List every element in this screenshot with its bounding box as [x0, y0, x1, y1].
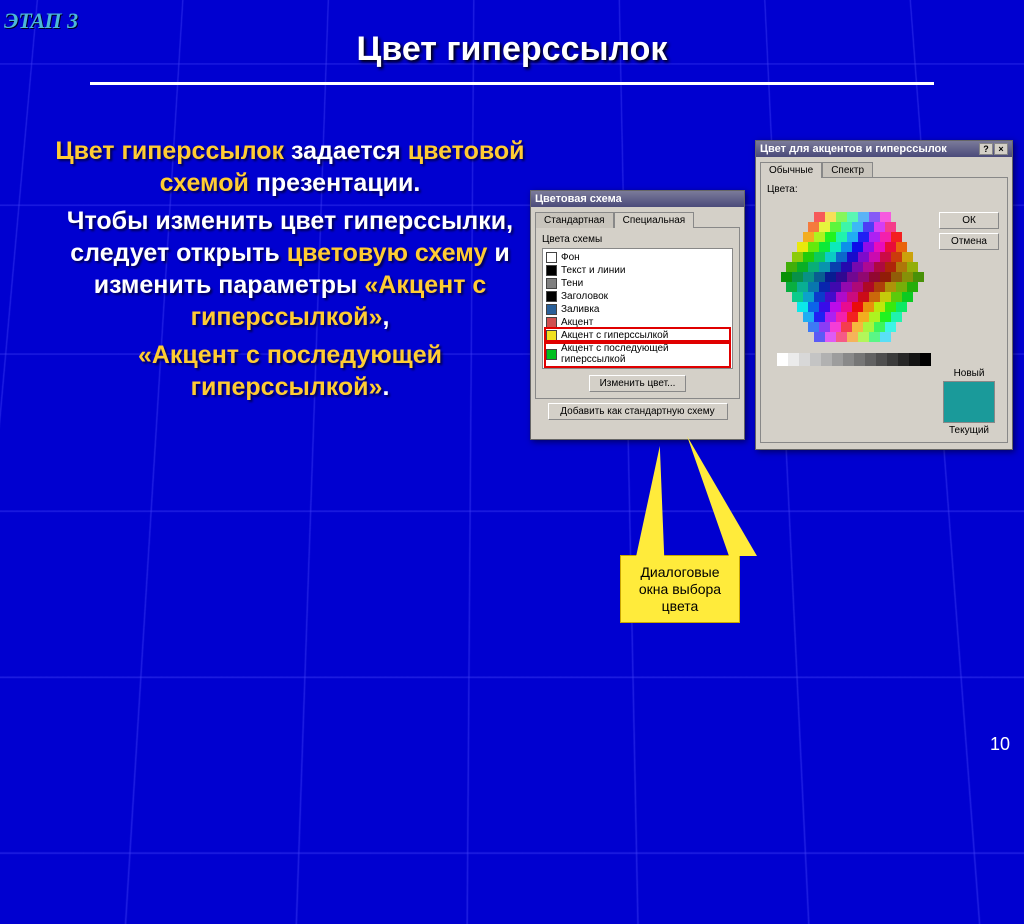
scheme-item-label: Заголовок	[561, 291, 608, 302]
dialog1-titlebar[interactable]: Цветовая схема	[531, 191, 744, 207]
window-buttons: ?×	[978, 143, 1008, 155]
color-hexagon[interactable]	[777, 212, 927, 342]
dialog2-titlebar[interactable]: Цвет для акцентов и гиперссылок ?×	[756, 141, 1012, 157]
color-swatch	[546, 252, 557, 263]
scheme-item-label: Текст и линии	[561, 265, 625, 276]
hl-accent-followed: «Акцент с последующей гиперссылкой»	[138, 341, 442, 401]
color-swatch	[546, 278, 557, 289]
scheme-item-label: Акцент	[561, 317, 593, 328]
colors-label: Цвета:	[767, 184, 1001, 195]
new-label: Новый	[939, 368, 999, 379]
scheme-item-label: Тени	[561, 278, 583, 289]
cancel-button[interactable]: Отмена	[939, 233, 999, 250]
group-label-colors: Цвета схемы	[542, 234, 733, 245]
current-label: Текущий	[939, 425, 999, 436]
change-color-button[interactable]: Изменить цвет...	[589, 375, 687, 392]
ok-button[interactable]: ОК	[939, 212, 999, 229]
dialog-color-picker: Цвет для акцентов и гиперссылок ?× Обычн…	[755, 140, 1013, 450]
tab-ordinary[interactable]: Обычные	[760, 162, 822, 178]
color-swatch	[546, 317, 557, 328]
scheme-item[interactable]: Фон	[546, 251, 729, 264]
color-swatch	[546, 291, 557, 302]
tab-spectrum[interactable]: Спектр	[822, 162, 873, 178]
dialog1-title: Цветовая схема	[535, 193, 622, 205]
scheme-item[interactable]: Заливка	[546, 303, 729, 316]
scheme-item[interactable]: Акцент с гиперссылкой	[546, 329, 729, 342]
scheme-item[interactable]: Тени	[546, 277, 729, 290]
scheme-item[interactable]: Акцент с последующей гиперссылкой	[546, 342, 729, 366]
color-swatch	[546, 265, 557, 276]
help-icon[interactable]: ?	[979, 143, 993, 155]
scheme-item-label: Фон	[561, 252, 580, 263]
scheme-item[interactable]: Текст и линии	[546, 264, 729, 277]
slide-title: Цвет гиперссылок	[0, 30, 1024, 69]
body-text: Цвет гиперссылок задается цветовой схемо…	[55, 135, 525, 403]
color-swatch	[546, 330, 557, 341]
color-swatch	[546, 304, 557, 315]
color-swatch	[546, 349, 557, 360]
hl-hyperlink-color: Цвет гиперссылок	[55, 137, 284, 165]
dialog-color-scheme: Цветовая схема Стандартная Специальная Ц…	[530, 190, 745, 440]
scheme-item-label: Заливка	[561, 304, 600, 315]
tab-standard[interactable]: Стандартная	[535, 212, 614, 228]
close-icon[interactable]: ×	[994, 143, 1008, 155]
new-color-swatch	[943, 381, 995, 423]
dialog2-title: Цвет для акцентов и гиперссылок	[760, 143, 947, 155]
grayscale-strip[interactable]	[777, 353, 931, 366]
scheme-item-label: Акцент с последующей гиперссылкой	[561, 343, 729, 365]
page-number: 10	[990, 734, 1010, 755]
title-underline	[90, 82, 934, 85]
scheme-item-label: Акцент с гиперссылкой	[561, 330, 668, 341]
scheme-item[interactable]: Заголовок	[546, 290, 729, 303]
add-standard-scheme-button[interactable]: Добавить как стандартную схему	[548, 403, 728, 420]
tab-special[interactable]: Специальная	[614, 212, 695, 228]
scheme-item[interactable]: Акцент	[546, 316, 729, 329]
scheme-list: Фон Текст и линии Тени Заголовок Заливка Акце…	[542, 248, 733, 369]
hl-color-scheme-2: цветовую схему	[287, 239, 488, 267]
callout-dialog-caption: Диалоговые окна выбора цвета	[620, 555, 740, 623]
